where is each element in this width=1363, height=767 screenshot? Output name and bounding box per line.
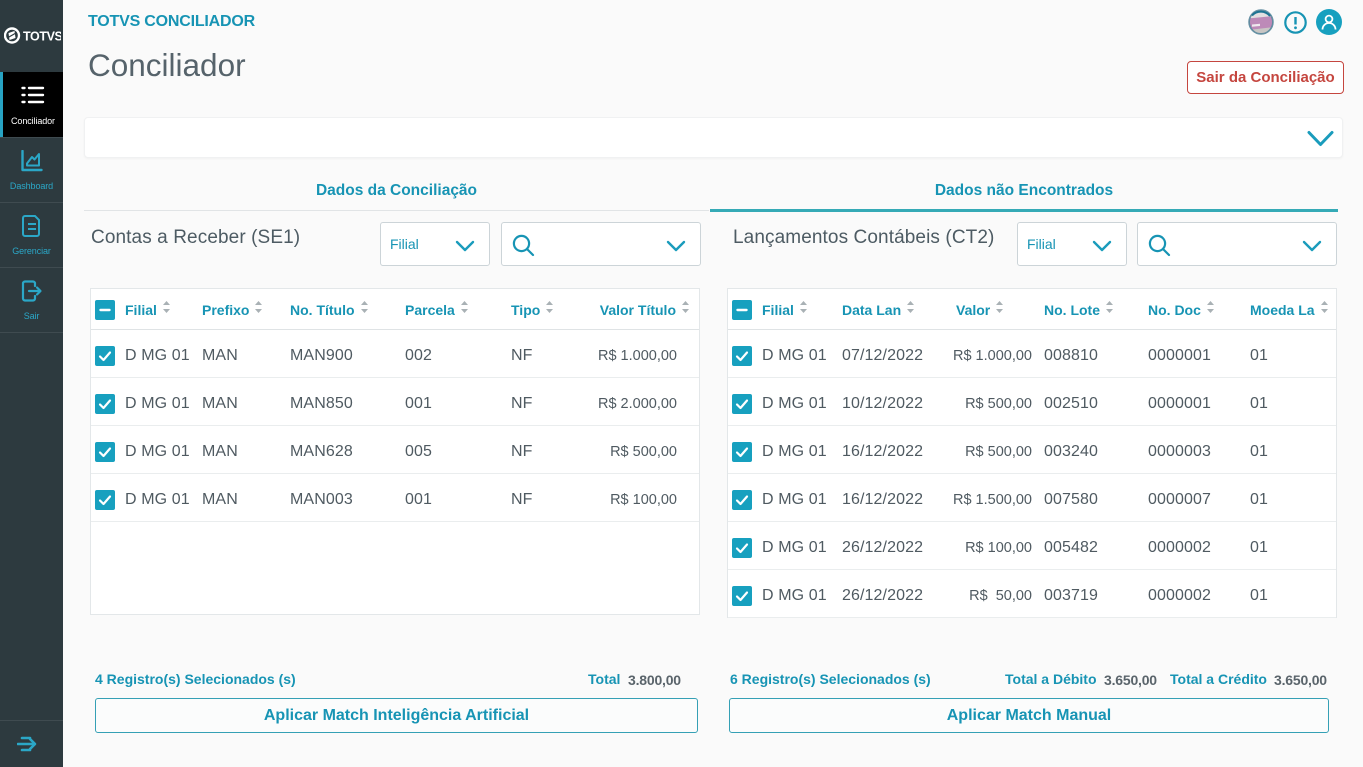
- svg-text:TOTVS: TOTVS: [23, 30, 61, 44]
